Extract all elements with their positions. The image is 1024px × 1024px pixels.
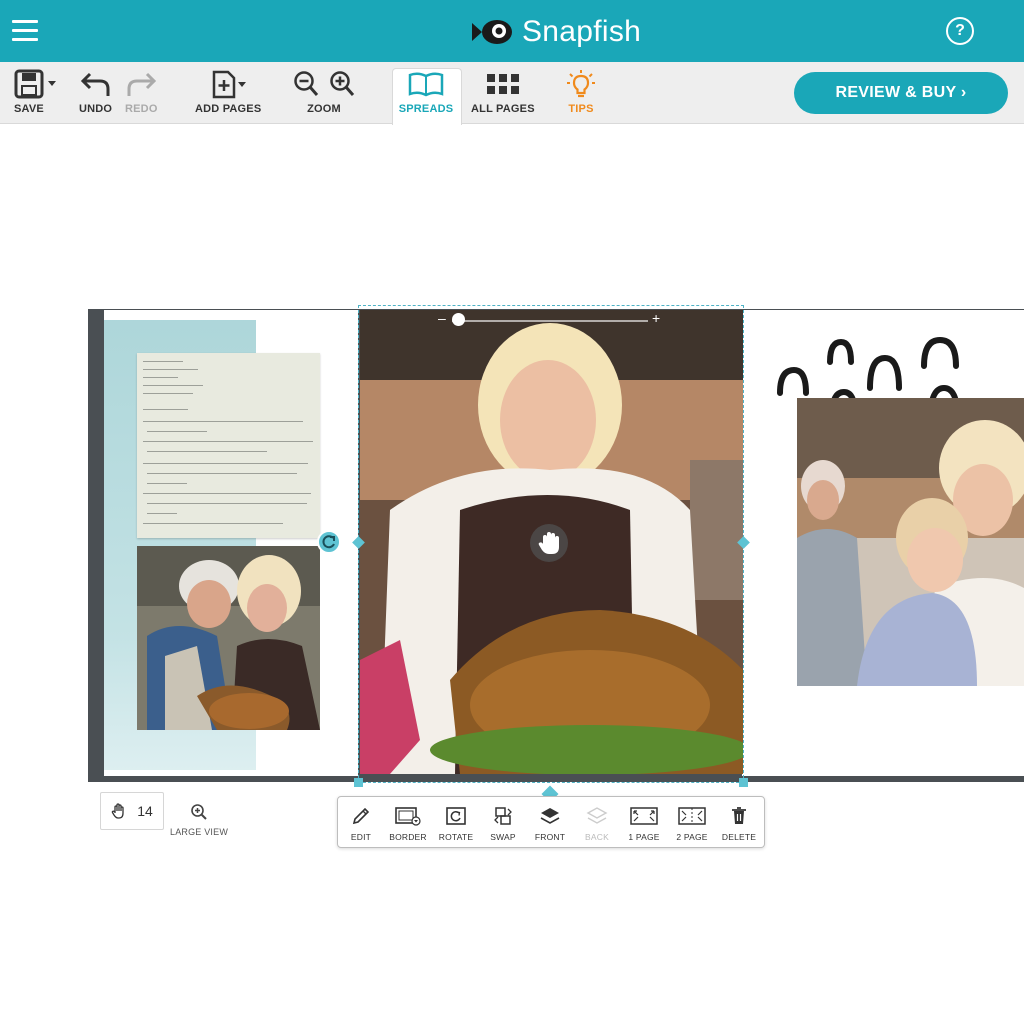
fish-icon — [472, 20, 512, 44]
save-icon — [14, 69, 56, 99]
rotate-handle[interactable] — [317, 530, 341, 554]
tab-spreads[interactable]: SPREADS — [399, 68, 453, 115]
page-count-indicator[interactable]: 14 — [100, 792, 164, 830]
redo-icon — [127, 72, 157, 96]
hand-icon — [111, 803, 124, 819]
undo-button[interactable]: UNDO — [79, 68, 112, 115]
rotate-icon — [322, 535, 335, 549]
resize-handle-bottom-right[interactable] — [739, 778, 748, 787]
couple-illustration — [137, 546, 320, 730]
brand-logo[interactable]: Snapfish — [470, 12, 641, 52]
recipe-card-photo[interactable] — [137, 353, 320, 538]
save-button[interactable]: SAVE — [14, 68, 58, 115]
layers-back-icon — [586, 807, 608, 824]
swap-button[interactable]: SWAP — [480, 805, 526, 842]
undo-icon — [80, 72, 110, 96]
review-buy-button[interactable]: REVIEW & BUY › — [794, 72, 1008, 114]
delete-button[interactable]: DELETE — [716, 805, 762, 842]
edit-button[interactable]: EDIT — [338, 805, 384, 842]
two-page-icon — [678, 807, 706, 825]
hand-icon — [538, 532, 559, 554]
lightbulb-icon — [567, 70, 595, 98]
photo-zoom-slider[interactable]: – + — [438, 310, 660, 326]
one-page-button[interactable]: 1 PAGE — [621, 805, 667, 842]
zoom-in-icon[interactable] — [329, 70, 355, 98]
one-page-icon — [630, 807, 658, 825]
layers-front-icon — [540, 808, 560, 824]
rotate-icon — [446, 807, 466, 825]
tips-button[interactable]: TIPS — [566, 68, 596, 115]
zoom-in-icon — [191, 804, 207, 820]
rotate-button[interactable]: ROTATE — [433, 805, 479, 842]
add-pages-button[interactable]: ADD PAGES — [195, 68, 261, 115]
pencil-icon — [352, 807, 370, 825]
redo-button[interactable]: REDO — [125, 68, 158, 115]
tab-all-pages[interactable]: ALL PAGES — [471, 68, 535, 115]
swap-icon — [494, 807, 512, 825]
resize-handle-bottom-left[interactable] — [354, 778, 363, 787]
slider-plus[interactable]: + — [652, 310, 660, 326]
page-count: 14 — [137, 803, 153, 819]
slider-thumb[interactable] — [452, 313, 465, 326]
border-icon — [395, 807, 421, 826]
border-button[interactable]: BORDER — [385, 805, 431, 842]
question-icon[interactable]: ? — [946, 17, 974, 45]
hamburger-icon[interactable] — [12, 20, 38, 42]
brand-name: Snapfish — [522, 15, 642, 48]
drag-handle[interactable] — [530, 524, 568, 562]
slider-minus[interactable]: – — [438, 310, 446, 326]
family-illustration — [797, 398, 1024, 686]
open-book-icon — [408, 72, 444, 97]
trash-icon — [732, 807, 746, 824]
zoom-controls: ZOOM — [293, 68, 355, 115]
photo-family-portrait[interactable] — [797, 398, 1024, 686]
two-page-button[interactable]: 2 PAGE — [669, 805, 715, 842]
zoom-out-icon[interactable] — [293, 70, 319, 98]
photo-context-menu: EDIT BORDER ROTATE SWAP FRONT BACK 1 PAG… — [337, 796, 765, 848]
photo-couple-cooking[interactable] — [137, 546, 320, 730]
large-view-button[interactable]: LARGE VIEW — [170, 803, 228, 837]
add-page-icon — [212, 70, 247, 99]
grid-icon — [486, 74, 519, 94]
send-back-button[interactable]: BACK — [574, 805, 620, 842]
bring-front-button[interactable]: FRONT — [527, 805, 573, 842]
slider-track[interactable] — [452, 320, 648, 322]
